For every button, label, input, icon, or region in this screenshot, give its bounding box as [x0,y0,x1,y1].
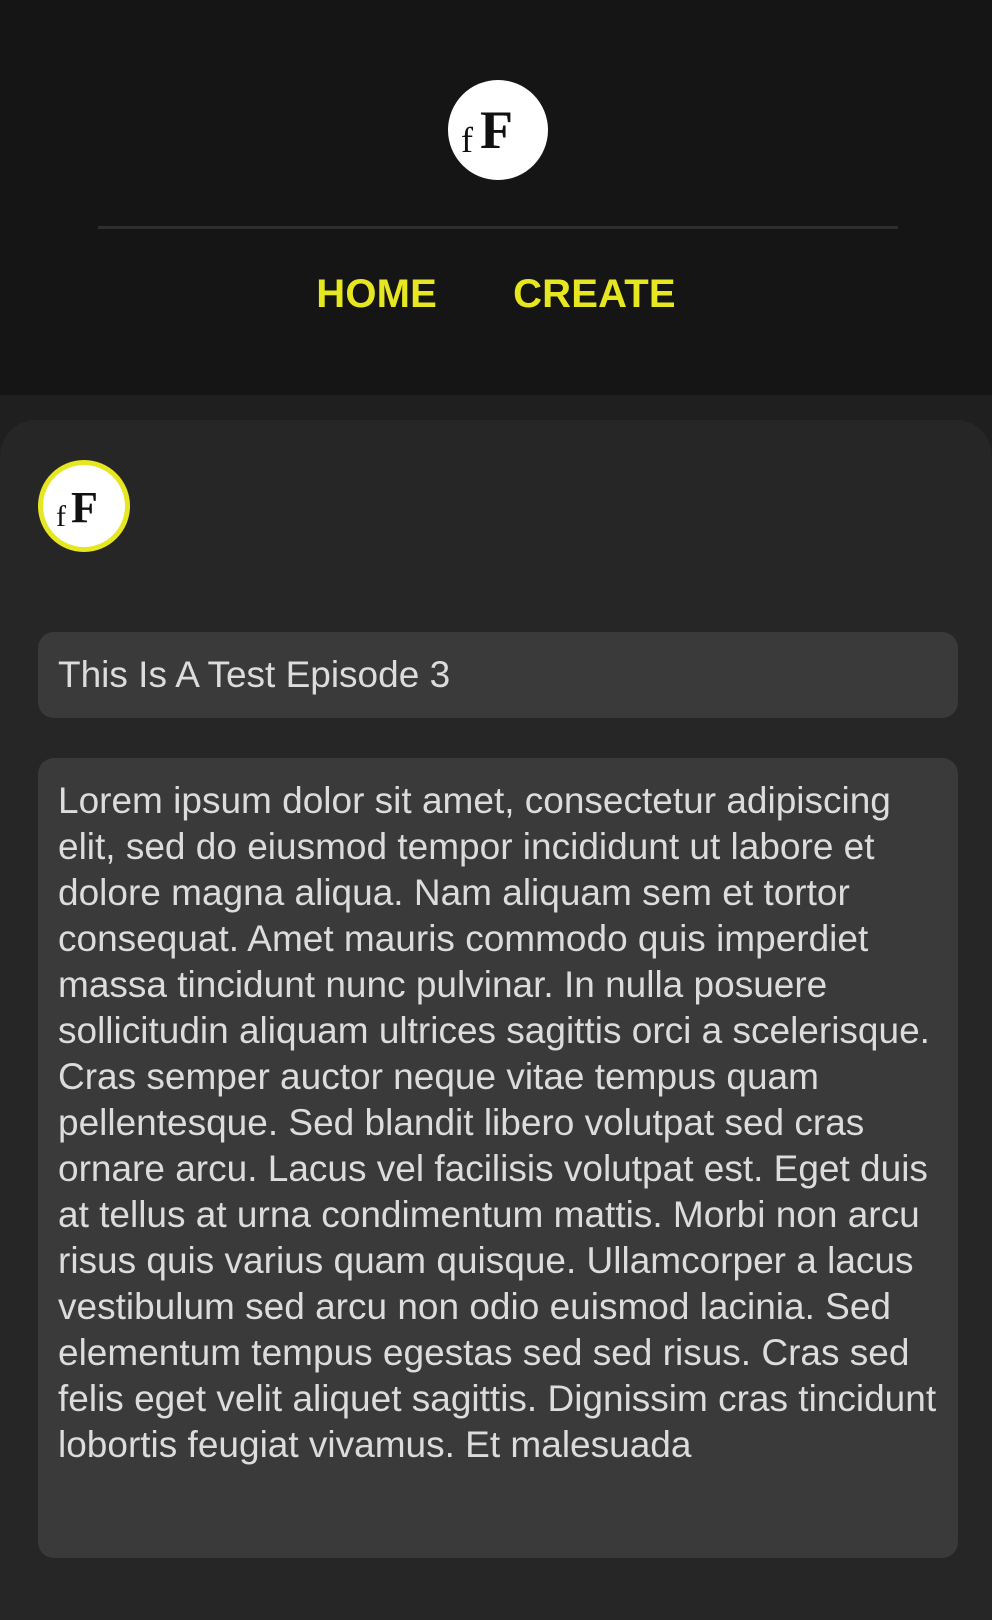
episode-body-textarea[interactable]: Lorem ipsum dolor sit amet, consectetur … [38,758,958,1558]
main-nav: HOME CREATE [0,270,992,318]
fF-logo-svg: f F [461,100,513,160]
svg-text:f: f [56,500,66,533]
avatar-image: f F [43,465,125,547]
fF-logo-icon[interactable]: f F [448,80,548,180]
svg-text:F: F [480,100,513,160]
svg-text:f: f [461,120,473,160]
site-header: f F HOME CREATE [0,0,992,395]
avatar-logo-svg: f F [56,483,98,533]
nav-create-link[interactable]: CREATE [513,270,676,318]
svg-text:F: F [71,483,98,532]
header-divider [98,226,898,229]
episode-title-input[interactable] [38,632,958,718]
fF-logo-avatar-icon[interactable]: f F [38,460,130,552]
nav-home-link[interactable]: HOME [316,270,437,318]
